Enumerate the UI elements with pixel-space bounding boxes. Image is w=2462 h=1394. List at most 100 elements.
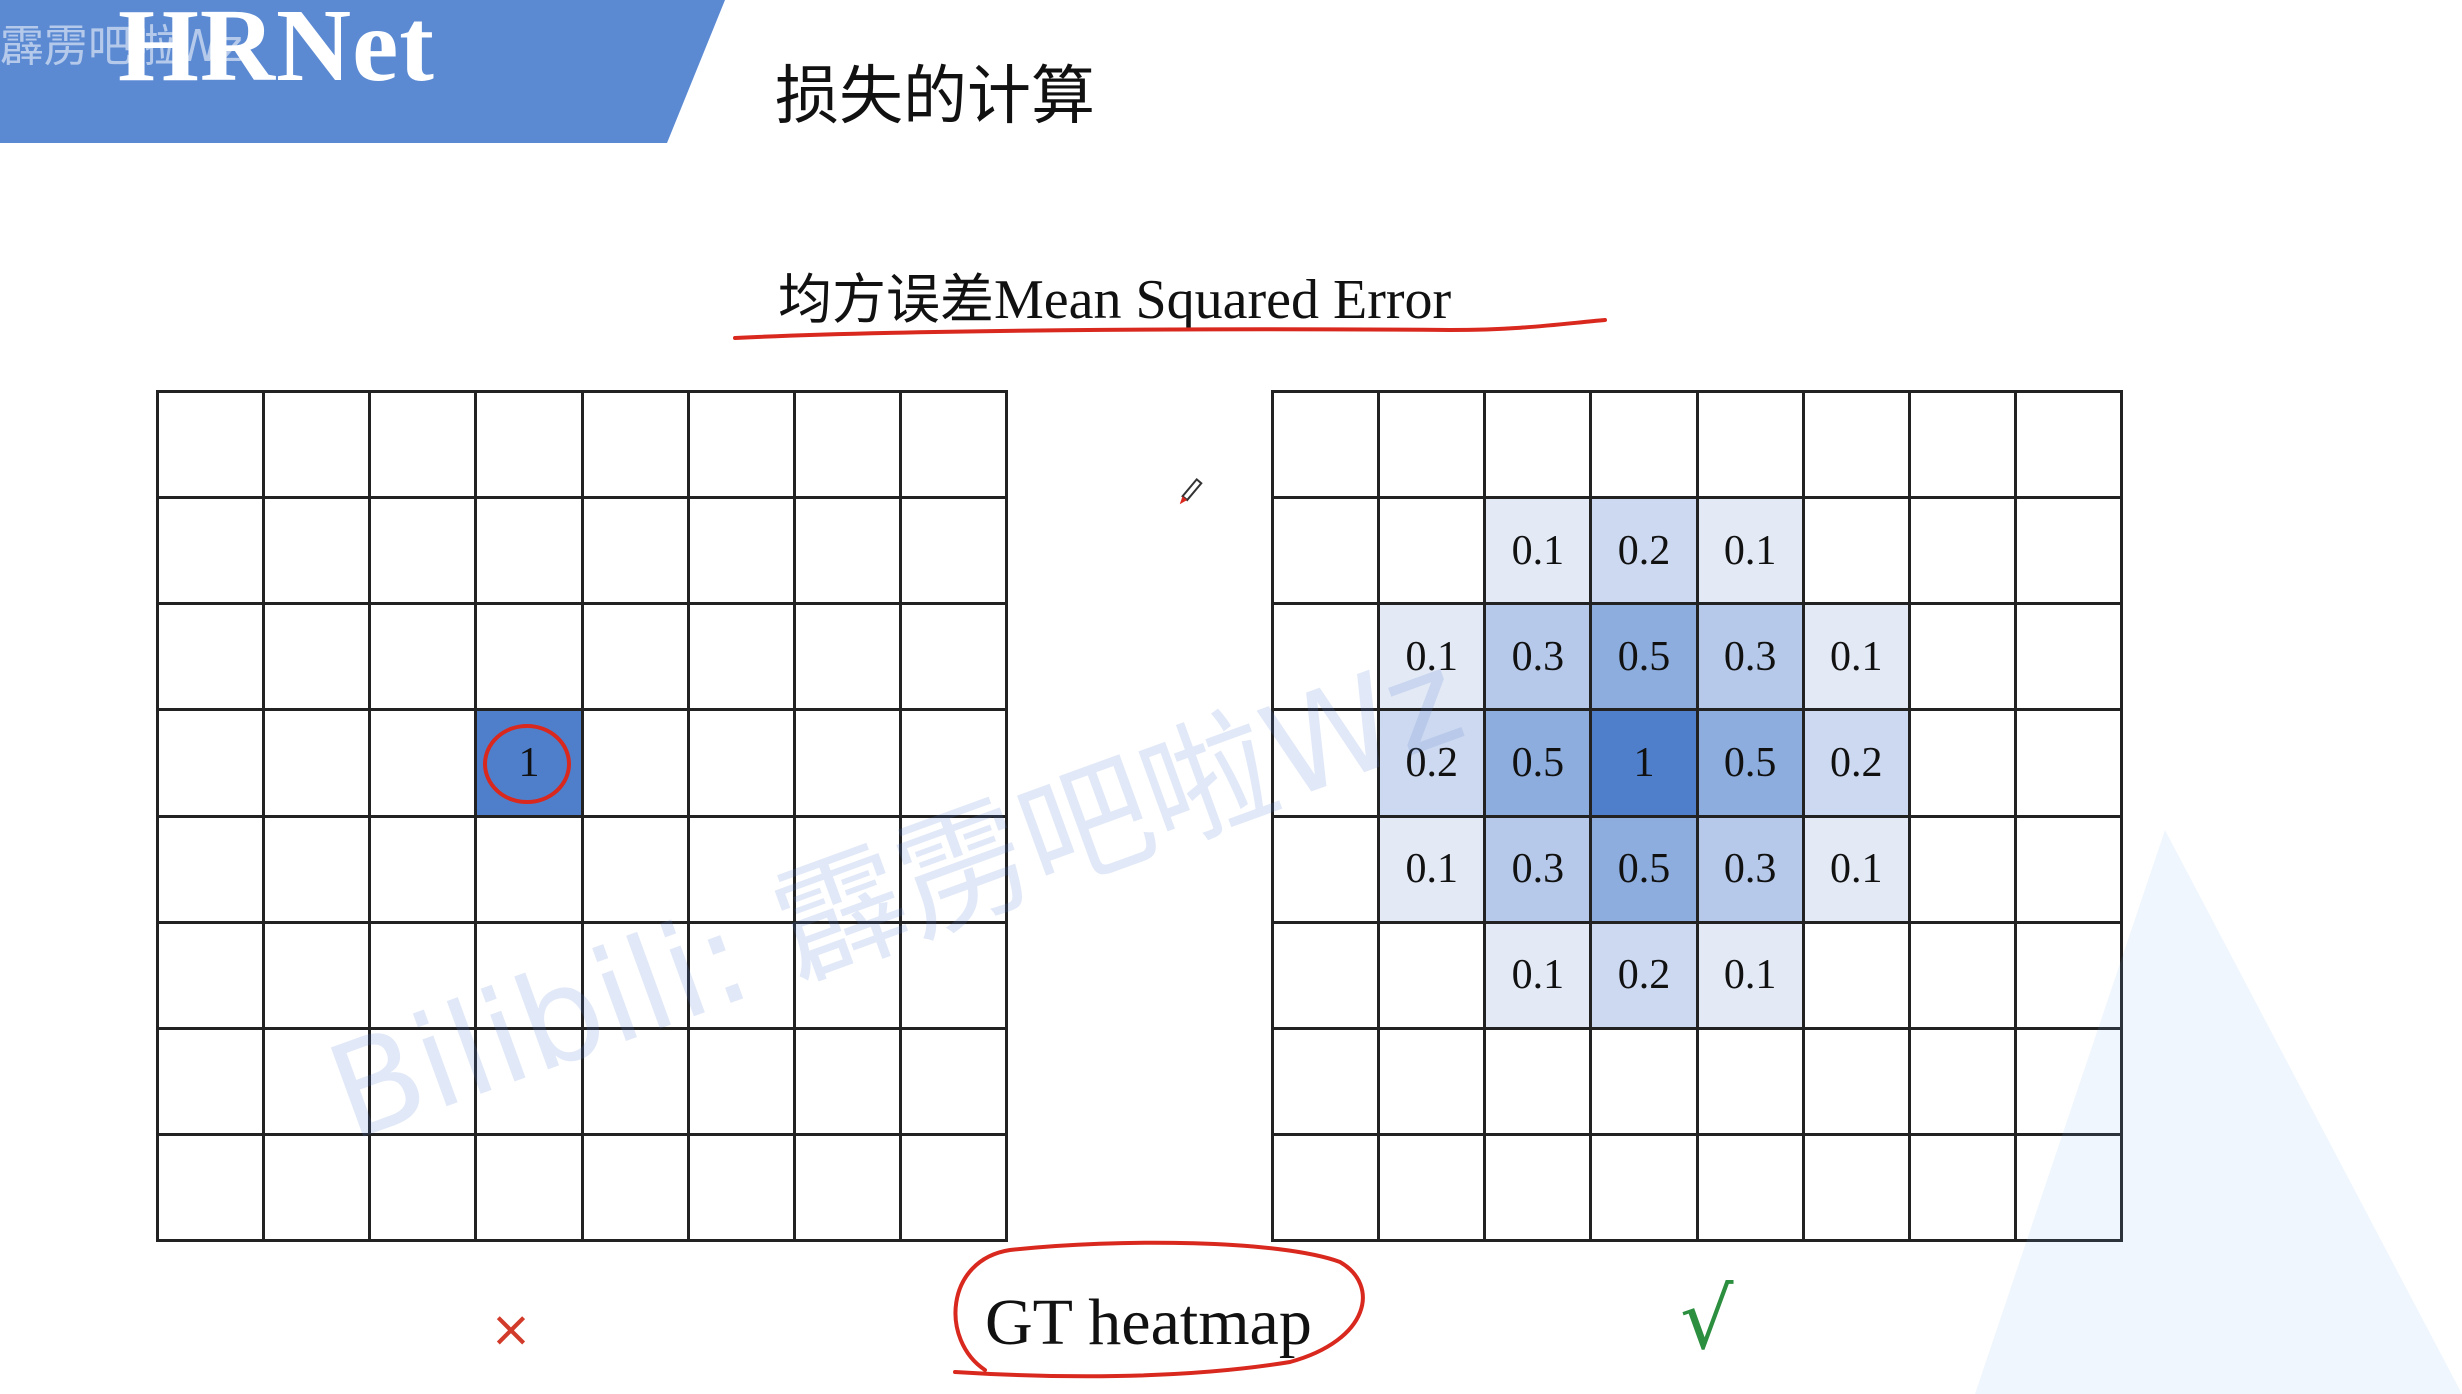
grid-cell: 0.1 xyxy=(1804,817,1911,924)
grid-cell xyxy=(159,1135,266,1242)
grid-cell xyxy=(1592,1029,1699,1136)
grid-cell xyxy=(1380,1029,1487,1136)
grid-cell: 0.2 xyxy=(1592,923,1699,1030)
grid-cell xyxy=(1274,499,1381,606)
slide: 霹雳吧啦Wz HRNet 损失的计算 均方误差Mean Squared Erro… xyxy=(0,0,2462,1394)
grid-cell xyxy=(583,923,690,1030)
grid-cell xyxy=(2016,1029,2123,1136)
grid-cell xyxy=(1274,711,1381,818)
grid-cell xyxy=(1910,817,2017,924)
grid-cell xyxy=(265,605,372,712)
grid-cell xyxy=(1804,499,1911,606)
cross-mark: × xyxy=(490,1300,532,1358)
grid-cell: 0.1 xyxy=(1804,605,1911,712)
grid-cell xyxy=(2016,711,2123,818)
grid-cell: 0.5 xyxy=(1592,605,1699,712)
grid-cell xyxy=(1698,1135,1805,1242)
grid-cell xyxy=(477,923,584,1030)
grid-cell xyxy=(1486,1135,1593,1242)
grid-cell xyxy=(1698,393,1805,500)
slide-title: 损失的计算 xyxy=(775,60,1095,134)
grid-cell xyxy=(1274,1135,1381,1242)
grid-cell xyxy=(1486,393,1593,500)
grid-cell xyxy=(795,1135,902,1242)
grid-cell xyxy=(901,499,1008,606)
grid-cell xyxy=(1274,923,1381,1030)
grid-cell xyxy=(265,711,372,818)
grid-cell xyxy=(1804,923,1911,1030)
grid-cell xyxy=(477,605,584,712)
grid-cell: 1 xyxy=(477,711,584,818)
grid-cell xyxy=(371,1135,478,1242)
grid-cell xyxy=(2016,1135,2123,1242)
grid-cell xyxy=(583,711,690,818)
grid-cell xyxy=(689,817,796,924)
grid-cell xyxy=(477,817,584,924)
grid-cell xyxy=(1592,1135,1699,1242)
grid-cell xyxy=(689,499,796,606)
grid-cell xyxy=(1698,1029,1805,1136)
grid-cell xyxy=(689,923,796,1030)
grid-cell xyxy=(583,1029,690,1136)
grid-cell: 0.1 xyxy=(1698,923,1805,1030)
grid-cell xyxy=(1274,605,1381,712)
grid-cell xyxy=(159,817,266,924)
grid-cell: 0.1 xyxy=(1380,817,1487,924)
grid-cell xyxy=(583,393,690,500)
grid-cell xyxy=(1910,605,2017,712)
grid-cell xyxy=(901,393,1008,500)
grid-cell xyxy=(477,1029,584,1136)
grid-cell: 0.1 xyxy=(1698,499,1805,606)
grid-cell: 0.2 xyxy=(1380,711,1487,818)
grid-cell xyxy=(1380,923,1487,1030)
grid-cell xyxy=(795,499,902,606)
grid-cell: 0.1 xyxy=(1380,605,1487,712)
grid-cell xyxy=(159,1029,266,1136)
grid-cell xyxy=(2016,817,2123,924)
subtitle-en: Mean Squared Error xyxy=(994,269,1452,331)
grid-cell xyxy=(159,711,266,818)
grid-cell xyxy=(1274,1029,1381,1136)
grid-cell xyxy=(795,817,902,924)
grid-cell xyxy=(795,605,902,712)
grid-cell xyxy=(371,605,478,712)
grid-cell xyxy=(1910,1135,2017,1242)
grid-cell xyxy=(583,499,690,606)
grid-cell xyxy=(689,393,796,500)
grid-cell xyxy=(477,393,584,500)
grid-cell xyxy=(1274,817,1381,924)
grid-cell xyxy=(2016,393,2123,500)
grid-cell xyxy=(1380,393,1487,500)
grid-cell xyxy=(795,393,902,500)
grid-cell xyxy=(1910,1029,2017,1136)
grid-cell xyxy=(159,499,266,606)
grid-cell: 0.3 xyxy=(1698,605,1805,712)
check-mark: √ xyxy=(1680,1270,1734,1368)
grid-cell xyxy=(1910,711,2017,818)
grid-cell xyxy=(371,711,478,818)
grid-cell xyxy=(477,499,584,606)
grid-cell: 0.1 xyxy=(1486,923,1593,1030)
grid-cell xyxy=(1910,499,2017,606)
grid-cell xyxy=(1592,393,1699,500)
grid-cell xyxy=(1910,393,2017,500)
banner-title: HRNet xyxy=(118,0,435,103)
grid-cell xyxy=(795,1029,902,1136)
grid-cell xyxy=(1910,923,2017,1030)
grid-cell xyxy=(1380,1135,1487,1242)
header-banner: 霹雳吧啦Wz HRNet xyxy=(0,0,725,143)
grid-cell: 0.2 xyxy=(1592,499,1699,606)
grid-cell: 0.3 xyxy=(1486,605,1593,712)
grid-cell xyxy=(371,393,478,500)
grid-cell xyxy=(265,393,372,500)
grid-cell xyxy=(159,923,266,1030)
grid-cell xyxy=(265,817,372,924)
grid-cell xyxy=(901,1135,1008,1242)
gt-heatmap-label: GT heatmap xyxy=(985,1286,1312,1359)
grid-cell: 1 xyxy=(1592,711,1699,818)
grid-cell xyxy=(1380,499,1487,606)
grid-cell xyxy=(901,817,1008,924)
grid-cell xyxy=(265,923,372,1030)
grid-cell xyxy=(583,605,690,712)
grid-cell xyxy=(583,817,690,924)
